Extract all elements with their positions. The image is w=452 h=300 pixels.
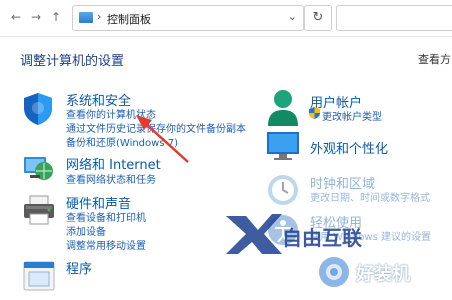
link-change-account-type[interactable]: 更改帐户类型 [322,108,382,123]
link-view-devices-printers[interactable]: 查看设备和打印机 [66,209,146,224]
link-view-network-status[interactable]: 查看网络状态和任务 [66,171,156,186]
link-mobility-settings[interactable]: 调整常用移动设置 [66,237,146,252]
chevron-down-icon[interactable]: ⌄ [288,10,297,23]
shield-icon [24,93,52,125]
refresh-button[interactable]: ↻ [304,5,332,31]
watermark-x-logo [226,214,282,254]
link-add-device[interactable]: 添加设备 [66,223,106,238]
link-view-computer-status[interactable]: 查看你的计算机状态 [66,106,156,121]
view-by-label[interactable]: 查看方 [418,51,451,67]
programs-icon [23,261,55,291]
user-icon [268,90,298,126]
page-title: 调整计算机的设置 [20,54,125,69]
category-programs[interactable]: 程序 [66,258,92,277]
network-icon [24,157,53,180]
watermark-circle-logo [319,257,349,287]
category-appearance[interactable]: 外观和个性化 [310,138,388,157]
address-toolbar: ← → ↑ › 控制面板 ⌄ ↻ [0,0,452,37]
address-bar[interactable]: › 控制面板 ⌄ [72,5,304,31]
control-panel-icon [79,12,93,23]
search-input[interactable] [336,5,452,31]
watermark-brand-text: 自由互联 [282,226,362,250]
clock-icon [268,175,298,205]
forward-button[interactable]: → [28,9,44,25]
up-button[interactable]: ↑ [48,9,64,25]
printer-icon [24,195,54,225]
uac-shield-icon [309,107,320,119]
back-button[interactable]: ← [8,9,24,25]
link-backup-restore[interactable]: 备份和还原(Windows 7) [66,134,178,149]
monitor-icon [267,132,299,160]
link-file-history-backup[interactable]: 通过文件历史记录保存你的文件备份副本 [66,120,246,135]
breadcrumb-separator: › [97,10,102,23]
link-date-time-format[interactable]: 更改日期、时间或数字格式 [310,189,430,204]
watermark-site-name: 好装机 [356,264,410,285]
breadcrumb-control-panel[interactable]: 控制面板 [107,11,151,27]
